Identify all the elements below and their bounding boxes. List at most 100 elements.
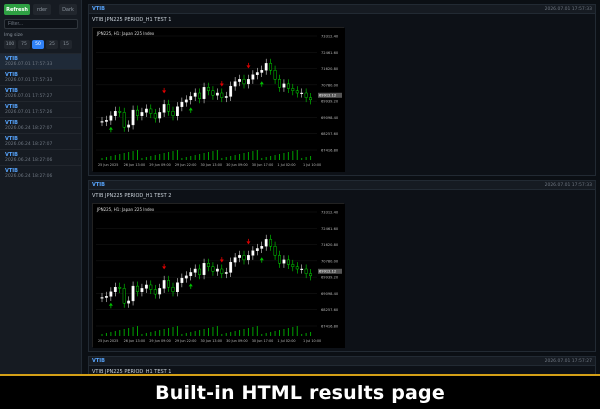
result-list: VTIB 2026.07.01 17:57:33 VTIB 2026.07.01 17…: [0, 53, 81, 181]
banner-text: Built-in HTML results page: [155, 381, 445, 404]
volume-bar: [150, 332, 152, 336]
price-tick-label: 71620.80: [321, 243, 339, 247]
time-tick-label: 29 Jun 09:00: [149, 163, 171, 167]
candle-body: [278, 79, 281, 88]
card-header[interactable]: VTIB 2026.07.01 17:57:27: [89, 357, 595, 366]
candle-body: [180, 101, 184, 107]
volume-bar: [163, 153, 165, 160]
sidebar: Refresh rder Dark Img size 10075502515 V…: [0, 0, 82, 374]
volume-bar: [243, 153, 245, 160]
card-title: VTIB JPN225 PERIOD_H1 TEST 1: [92, 17, 172, 23]
candle-body: [255, 248, 259, 251]
volume-bar: [203, 153, 205, 160]
volume-bar: [270, 156, 272, 160]
img-size-button-100[interactable]: 100: [4, 40, 16, 49]
card-header[interactable]: VTIB 2026.07.01 17:57:33: [89, 5, 595, 14]
candle-body: [291, 88, 295, 91]
list-item-date: 2026.06.24 18:27:06: [5, 158, 53, 163]
filter-input[interactable]: [4, 19, 78, 29]
volume-bar: [114, 155, 116, 160]
list-item[interactable]: VTIB 2026.07.01 17:57:33: [0, 53, 81, 69]
candle-body: [242, 79, 246, 85]
img-size-button-50[interactable]: 50: [32, 40, 44, 49]
volume-bar: [199, 154, 201, 160]
volume-bar: [239, 154, 241, 160]
volume-bar: [132, 327, 134, 336]
volume-bar: [247, 152, 249, 160]
list-item[interactable]: VTIB 2026.07.01 17:57:33: [0, 69, 81, 85]
candle-body: [158, 288, 162, 295]
candle-body: [118, 287, 122, 289]
list-item[interactable]: VTIB 2026.06.24 18:27:06: [0, 165, 81, 181]
volume-bar: [296, 150, 298, 160]
dark-mode-button[interactable]: Dark: [59, 4, 77, 15]
img-size-button-25[interactable]: 25: [46, 40, 58, 49]
candle-body: [113, 287, 117, 292]
candle-body: [291, 264, 295, 267]
current-price-label: 69912.12: [319, 94, 336, 98]
volume-bar: [176, 150, 178, 160]
candle-body: [131, 285, 135, 302]
img-size-button-15[interactable]: 15: [60, 40, 72, 49]
candle-body: [282, 259, 286, 264]
volume-bar: [230, 332, 232, 336]
list-item[interactable]: VTIB 2026.07.01 17:57:27: [0, 85, 81, 101]
img-size-button-75[interactable]: 75: [18, 40, 30, 49]
volume-bar: [110, 332, 112, 336]
candle-body: [282, 83, 286, 88]
price-tick-label: 69939.20: [321, 276, 339, 280]
volume-bar: [119, 154, 121, 160]
volume-bar: [292, 327, 294, 336]
candle-body: [255, 72, 259, 75]
candle-body: [238, 79, 241, 82]
volume-bar: [114, 331, 116, 336]
chart-image: JPN225, H1: Japan 225 Index 73312.40 72461…: [92, 203, 345, 348]
card-date: 2026.07.01 17:57:27: [544, 358, 592, 364]
order-button[interactable]: rder: [33, 4, 51, 15]
candle-body: [149, 284, 153, 290]
time-tick-label: 25 Jun 2025: [98, 163, 118, 167]
volume-bar: [216, 150, 218, 160]
volume-bar: [181, 158, 183, 160]
time-tick-label: 30 Jun 09:00: [226, 339, 248, 343]
candle-body: [247, 255, 250, 261]
list-item[interactable]: VTIB 2026.06.24 18:27:06: [0, 149, 81, 165]
list-item[interactable]: VTIB 2026.06.24 18:27:07: [0, 117, 81, 133]
volume-bar: [172, 327, 174, 336]
list-item[interactable]: VTIB 2026.06.24 18:27:07: [0, 133, 81, 149]
price-tick-label: 69098.40: [321, 292, 339, 296]
candle-body: [122, 112, 126, 128]
time-tick-label: 29 Jun 22:00: [175, 163, 197, 167]
card-name: VTIB: [92, 358, 105, 364]
results-main: VTIB 2026.07.01 17:57:33 VTIB JPN225 PERIO…: [88, 4, 596, 374]
list-item-date: 2026.07.01 17:57:27: [5, 94, 53, 99]
volume-bar: [279, 330, 280, 336]
card-header[interactable]: VTIB 2026.07.01 17:57:33: [89, 181, 595, 190]
candle-body: [251, 74, 255, 80]
candle-body: [100, 297, 104, 299]
card-title: VTIB JPN225 PERIOD_H1 TEST 2: [92, 193, 172, 199]
candle-body: [273, 70, 277, 80]
candle-body: [273, 246, 277, 256]
volume-bar: [301, 334, 303, 336]
volume-bar: [310, 332, 312, 336]
volume-bar: [230, 156, 232, 160]
price-tick-label: 68257.60: [321, 132, 339, 136]
time-tick-label: 29 Jun 22:00: [175, 339, 197, 343]
refresh-button[interactable]: Refresh: [4, 4, 30, 15]
list-item[interactable]: VTIB 2026.07.01 17:57:26: [0, 101, 81, 117]
candle-body: [122, 288, 126, 304]
volume-bar: [101, 334, 103, 336]
volume-bar: [185, 157, 187, 160]
candle-body: [189, 96, 193, 101]
time-tick-label: 1 Jul 02:00: [277, 163, 295, 167]
candle-body: [260, 70, 264, 73]
candle-body: [193, 92, 197, 97]
volume-bar: [128, 328, 130, 336]
candle-body: [167, 104, 170, 112]
candle-body: [153, 289, 157, 295]
volume-bar: [225, 157, 227, 160]
price-tick-label: 67416.80: [321, 149, 339, 153]
volume-bar: [101, 158, 103, 160]
price-tick-label: 73312.40: [321, 35, 339, 39]
